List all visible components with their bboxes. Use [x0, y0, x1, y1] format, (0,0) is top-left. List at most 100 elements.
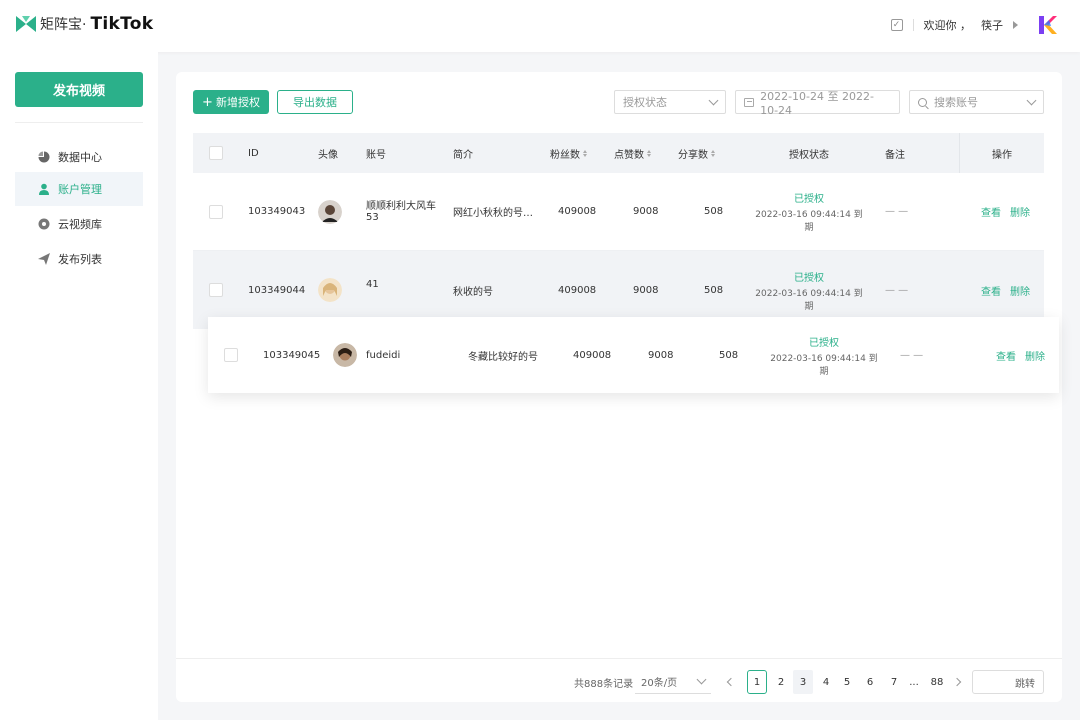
logo-cn-text: 矩阵宝·: [40, 17, 87, 33]
sidebar-item-publish-list[interactable]: 发布列表: [15, 242, 143, 276]
chevron-left-icon: [726, 677, 736, 687]
total-records: 共888条记录: [574, 678, 634, 690]
username[interactable]: 筷子: [981, 17, 1003, 33]
table-header: ID 头像 账号 简介 粉丝数 点赞数 分享数 授权状态 备注 操作: [193, 133, 1044, 173]
sort-icon[interactable]: [711, 149, 715, 157]
page-6[interactable]: 6: [860, 670, 880, 694]
row-auth-status: 已授权 2022-03-16 09:44:14 到期: [768, 317, 880, 393]
delete-link[interactable]: 删除: [1010, 283, 1030, 298]
col-remark: 备注: [885, 149, 905, 161]
page-2[interactable]: 2: [771, 670, 791, 694]
col-shares[interactable]: 分享数: [678, 133, 715, 173]
expire-time: 2022-03-16 09:44:14 到期: [755, 288, 863, 312]
top-bar: 矩阵宝· TikTok ✓ 欢迎你 ， 筷子: [0, 0, 1080, 52]
col-account: 账号: [366, 149, 386, 161]
row-shares: 508: [704, 206, 724, 217]
delete-link[interactable]: 删除: [1025, 348, 1045, 363]
row-remark: — —: [885, 206, 909, 217]
sidebar-item-cloud-video[interactable]: 云视频库: [15, 207, 143, 241]
select-all-checkbox[interactable]: [209, 146, 223, 160]
table-row[interactable]: 103349043 顺顺利利大风车 53 网红小秋秋的号… 409008 900…: [193, 173, 1044, 251]
auth-status-select[interactable]: 授权状态: [614, 90, 726, 114]
pagination-divider: [176, 658, 1062, 659]
next-page-button[interactable]: [952, 670, 962, 694]
page-4[interactable]: 4: [816, 670, 836, 694]
row-account: 顺顺利利大风车: [366, 200, 436, 212]
delete-link[interactable]: 删除: [1010, 204, 1030, 219]
status-badge: 已授权: [794, 194, 824, 205]
row-account-line2: 53: [366, 211, 379, 223]
page-size-value: 20条/页: [641, 678, 678, 689]
status-badge: 已授权: [809, 337, 839, 349]
sidebar-item-label: 发布列表: [58, 253, 102, 266]
prev-page-button[interactable]: [726, 670, 736, 694]
status-badge: 已授权: [794, 272, 824, 284]
page-ellipsis[interactable]: ...: [904, 670, 924, 694]
pagination: 共888条记录 20条/页 1 2 3 4 5 6 7 ... 88 跳转: [176, 670, 1062, 694]
send-icon: [38, 253, 50, 265]
chevron-down-icon: [708, 95, 719, 105]
user-area: ✓ 欢迎你 ， 筷子: [890, 14, 1059, 36]
logo-brand-text: TikTok: [90, 14, 154, 34]
publish-video-button[interactable]: 发布视频: [15, 72, 143, 107]
logo-mark-icon: [16, 16, 36, 32]
row-checkbox[interactable]: [209, 204, 223, 219]
logo[interactable]: 矩阵宝· TikTok: [16, 14, 153, 34]
user-icon: [38, 183, 50, 195]
col-avatar: 头像: [318, 149, 338, 161]
date-range-value: 2022-10-24 至 2022-10-24: [760, 89, 874, 117]
sidebar-item-label: 云视频库: [58, 218, 102, 231]
sidebar-item-account-management[interactable]: 账户管理: [15, 172, 143, 206]
col-fans[interactable]: 粉丝数: [550, 133, 587, 173]
sidebar-item-data-center[interactable]: 数据中心: [15, 140, 143, 174]
task-check-icon[interactable]: ✓: [890, 19, 903, 31]
page-3[interactable]: 3: [793, 670, 813, 694]
chevron-down-icon: [696, 674, 707, 685]
avatar: [318, 278, 342, 302]
view-link[interactable]: 查看: [981, 283, 1001, 298]
add-authorization-label: 新增授权: [215, 96, 260, 109]
page-5[interactable]: 5: [837, 670, 857, 694]
col-auth-status: 授权状态: [789, 149, 829, 161]
row-checkbox[interactable]: [209, 283, 223, 297]
page-jump-input[interactable]: 跳转: [972, 670, 1044, 694]
row-likes: 9008: [633, 206, 659, 217]
cloud-video-icon: [38, 218, 50, 230]
row-checkbox[interactable]: [224, 348, 238, 362]
sidebar-item-label: 账户管理: [58, 183, 102, 196]
row-intro: 冬藏比较好的号: [468, 351, 538, 363]
view-link[interactable]: 查看: [981, 204, 1001, 219]
sidebar-divider: [15, 122, 143, 123]
dragged-table-row[interactable]: 103349045 fudeidi 冬藏比较好的号 409008 9008 50…: [208, 317, 1059, 393]
sidebar-item-label: 数据中心: [58, 151, 102, 164]
sort-icon[interactable]: [647, 149, 651, 157]
row-id: 103349043: [248, 206, 306, 217]
date-range-picker[interactable]: 2022-10-24 至 2022-10-24: [735, 89, 900, 117]
sort-icon[interactable]: [583, 149, 587, 157]
row-shares: 508: [719, 349, 739, 361]
brand-k-icon: [1039, 16, 1057, 34]
caret-right-icon[interactable]: [1013, 21, 1018, 29]
page-1[interactable]: 1: [747, 670, 767, 694]
pie-chart-icon: [38, 151, 50, 163]
export-data-button[interactable]: 导出数据: [277, 90, 353, 114]
page-size-select[interactable]: 20条/页: [635, 670, 711, 694]
add-authorization-button[interactable]: + 新增授权: [193, 90, 269, 114]
chevron-down-icon: [1026, 95, 1037, 105]
page-7[interactable]: 7: [884, 670, 904, 694]
avatar: [333, 343, 357, 367]
col-shares-label: 分享数: [678, 149, 708, 161]
sidebar: 发布视频 数据中心 账户管理 云视频库 发布列表: [0, 52, 158, 720]
account-search-select[interactable]: 搜索账号: [909, 90, 1044, 114]
col-fans-label: 粉丝数: [550, 149, 580, 161]
plus-icon: +: [202, 94, 213, 110]
row-intro: 网红小秋秋的号…: [453, 208, 533, 219]
search-icon: [918, 97, 927, 107]
row-auth-status: 已授权 2022-03-16 09:44:14 到期: [753, 173, 865, 250]
view-link[interactable]: 查看: [996, 348, 1016, 363]
avatar: [318, 199, 342, 224]
row-fans: 409008: [558, 206, 597, 217]
page-last[interactable]: 88: [927, 670, 947, 694]
col-likes[interactable]: 点赞数: [614, 133, 651, 173]
chevron-right-icon: [952, 677, 962, 687]
